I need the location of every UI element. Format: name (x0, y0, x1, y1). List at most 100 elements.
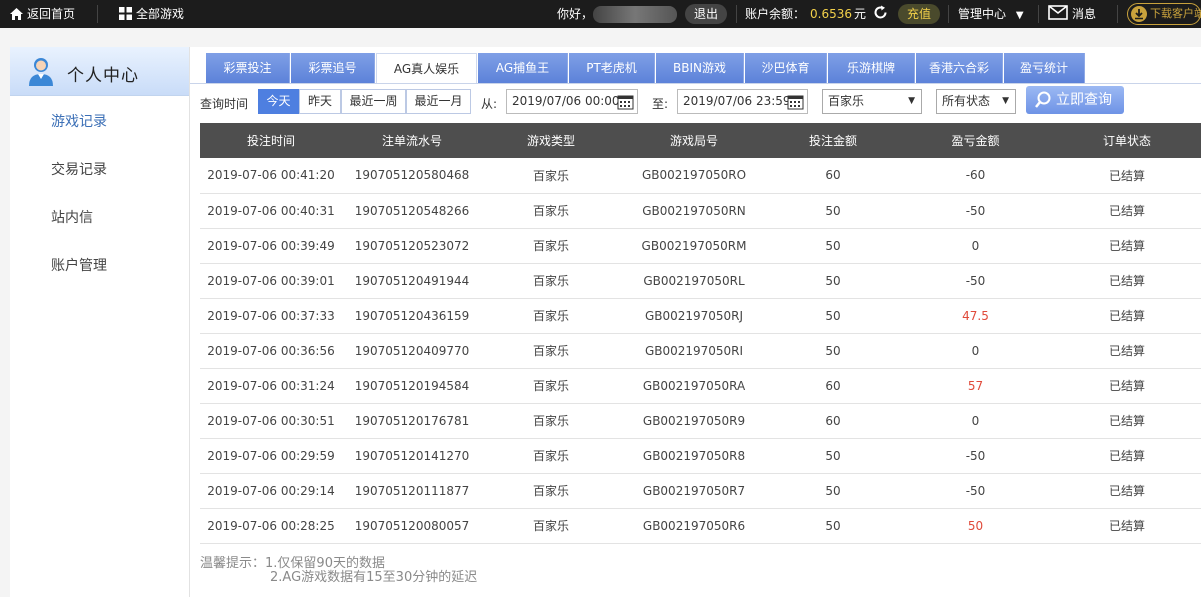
ticket-number-cell: 190705120176781 (342, 403, 482, 439)
home-icon (10, 8, 23, 20)
messages-link[interactable]: 消息 (1048, 0, 1096, 28)
tab-lottery-bet[interactable]: 彩票投注 (206, 53, 290, 83)
table-row: 2019-07-06 00:36:56 190705120409770 百家乐 GB0… (200, 333, 1201, 369)
query-time-label: 查询时间 (200, 97, 249, 111)
main-content: 彩票投注 彩票追号 AG真人娱乐 AG捕鱼王 PT老虎机 BBIN游戏 沙巴体育… (190, 47, 1201, 597)
sidebar-item-game-records[interactable]: 游戏记录 (51, 111, 107, 131)
table-row: 2019-07-06 00:37:33 190705120436159 百家乐 GB0… (200, 298, 1201, 334)
from-date-input[interactable]: 2019/07/06 00:00 (506, 89, 638, 114)
order-status-cell: 已结算 (1053, 228, 1201, 264)
from-date-value: 2019/07/06 00:00 (512, 94, 620, 108)
sidebar: 个人中心 游戏记录 交易记录 站内信 账户管理 (10, 47, 190, 597)
game-records-table: 投注时间 注单流水号 游戏类型 游戏局号 投注金额 盈亏金额 订单状态 2019… (200, 123, 1201, 544)
refresh-icon[interactable] (873, 0, 892, 28)
bet-time-cell: 2019-07-06 00:30:51 (200, 403, 342, 439)
game-type-select[interactable]: 百家乐 ▼ (822, 89, 922, 114)
filter-bar: 查询时间 今天 昨天 最近一周 最近一月 从: 2019/07/06 00:00… (190, 84, 1201, 119)
query-button[interactable]: 立即查询 (1026, 86, 1124, 114)
profit-amount-cell: 0 (898, 403, 1053, 439)
order-status-cell: 已结算 (1053, 508, 1201, 544)
round-number-cell: GB002197050RO (620, 158, 768, 194)
bet-time-cell: 2019-07-06 00:29:14 (200, 473, 342, 509)
table-row: 2019-07-06 00:29:14 190705120111877 百家乐 GB0… (200, 473, 1201, 509)
tab-bbin[interactable]: BBIN游戏 (656, 53, 744, 83)
calendar-icon[interactable] (787, 93, 804, 110)
tab-ag-fishing[interactable]: AG捕鱼王 (478, 53, 568, 83)
tab-ag-live[interactable]: AG真人娱乐 (376, 53, 477, 84)
tab-lottery-chase[interactable]: 彩票追号 (291, 53, 375, 83)
username-blurred (593, 6, 677, 23)
ticket-number-cell: 190705120111877 (342, 473, 482, 509)
sidebar-title: 个人中心 (67, 66, 139, 86)
range-today-button[interactable]: 今天 (258, 89, 299, 114)
download-label: 下载客户端 (1150, 7, 1201, 20)
bet-amount-cell: 50 (768, 263, 898, 299)
table-body: 2019-07-06 00:41:20 190705120580468 百家乐 GB0… (200, 158, 1201, 544)
tab-profit-stats[interactable]: 盈亏统计 (1004, 53, 1085, 83)
profit-amount-cell: 57 (898, 368, 1053, 404)
round-number-cell: GB002197050RM (620, 228, 768, 264)
balance-label: 账户余额： (745, 7, 806, 21)
home-link[interactable]: 返回首页 (10, 0, 75, 28)
to-date-input[interactable]: 2019/07/06 23:59 (677, 89, 808, 114)
round-number-cell: GB002197050R9 (620, 403, 768, 439)
table-header-row: 投注时间 注单流水号 游戏类型 游戏局号 投注金额 盈亏金额 订单状态 (200, 123, 1201, 158)
bet-amount-cell: 60 (768, 368, 898, 404)
status-select[interactable]: 所有状态 ▼ (936, 89, 1016, 114)
table-row: 2019-07-06 00:30:51 190705120176781 百家乐 GB0… (200, 403, 1201, 439)
download-button[interactable]: 下载客户端 (1127, 3, 1201, 25)
bet-amount-cell: 50 (768, 298, 898, 334)
round-number-cell: GB002197050R7 (620, 473, 768, 509)
sidebar-item-account[interactable]: 账户管理 (51, 255, 107, 275)
bet-time-cell: 2019-07-06 00:29:59 (200, 438, 342, 474)
query-button-label: 立即查询 (1056, 92, 1112, 108)
order-status-cell: 已结算 (1053, 333, 1201, 369)
to-label: 至: (652, 97, 669, 111)
ticket-number-cell: 190705120436159 (342, 298, 482, 334)
profit-amount-cell: 0 (898, 228, 1053, 264)
profit-amount-cell: 50 (898, 508, 1053, 544)
round-number-cell: GB002197050RN (620, 193, 768, 229)
round-number-cell: GB002197050RL (620, 263, 768, 299)
ticket-number-cell: 190705120409770 (342, 333, 482, 369)
divider (736, 5, 737, 23)
bet-time-cell: 2019-07-06 00:39:01 (200, 263, 342, 299)
tab-leyou-chess[interactable]: 乐游棋牌 (828, 53, 915, 83)
column-header: 投注时间 (200, 123, 342, 158)
order-status-cell: 已结算 (1053, 158, 1201, 194)
calendar-icon[interactable] (617, 93, 634, 110)
messages-label: 消息 (1072, 7, 1097, 21)
order-status-cell: 已结算 (1053, 263, 1201, 299)
bet-amount-cell: 50 (768, 193, 898, 229)
sidebar-item-inbox[interactable]: 站内信 (51, 207, 93, 227)
ticket-number-cell: 190705120580468 (342, 158, 482, 194)
game-type-cell: 百家乐 (482, 298, 620, 334)
column-header: 盈亏金额 (898, 123, 1053, 158)
game-type-cell: 百家乐 (482, 438, 620, 474)
round-number-cell: GB002197050R6 (620, 508, 768, 544)
to-date-value: 2019/07/06 23:59 (683, 94, 791, 108)
range-month-button[interactable]: 最近一月 (406, 89, 471, 114)
tab-pt-slots[interactable]: PT老虎机 (569, 53, 655, 83)
bet-amount-cell: 50 (768, 508, 898, 544)
table-row: 2019-07-06 00:41:20 190705120580468 百家乐 GB0… (200, 158, 1201, 194)
round-number-cell: GB002197050RA (620, 368, 768, 404)
table-row: 2019-07-06 00:31:24 190705120194584 百家乐 GB0… (200, 368, 1201, 404)
all-games-link[interactable]: 全部游戏 (119, 0, 184, 28)
logout-button[interactable]: 退出 (685, 4, 728, 24)
game-type-cell: 百家乐 (482, 263, 620, 299)
table-row: 2019-07-06 00:40:31 190705120548266 百家乐 GB0… (200, 193, 1201, 229)
recharge-button[interactable]: 充值 (898, 4, 941, 24)
all-games-label: 全部游戏 (136, 7, 185, 21)
column-header: 注单流水号 (342, 123, 482, 158)
manage-menu[interactable]: 管理中心 ▼ (958, 0, 1024, 28)
range-week-button[interactable]: 最近一周 (341, 89, 406, 114)
divider (1117, 5, 1118, 23)
sidebar-item-transactions[interactable]: 交易记录 (51, 159, 107, 179)
tab-hk-mark-six[interactable]: 香港六合彩 (916, 53, 1003, 83)
range-yesterday-button[interactable]: 昨天 (299, 89, 341, 114)
game-type-cell: 百家乐 (482, 508, 620, 544)
tab-saba-sports[interactable]: 沙巴体育 (745, 53, 827, 83)
ticket-number-cell: 190705120080057 (342, 508, 482, 544)
status-value: 所有状态 (942, 94, 991, 108)
